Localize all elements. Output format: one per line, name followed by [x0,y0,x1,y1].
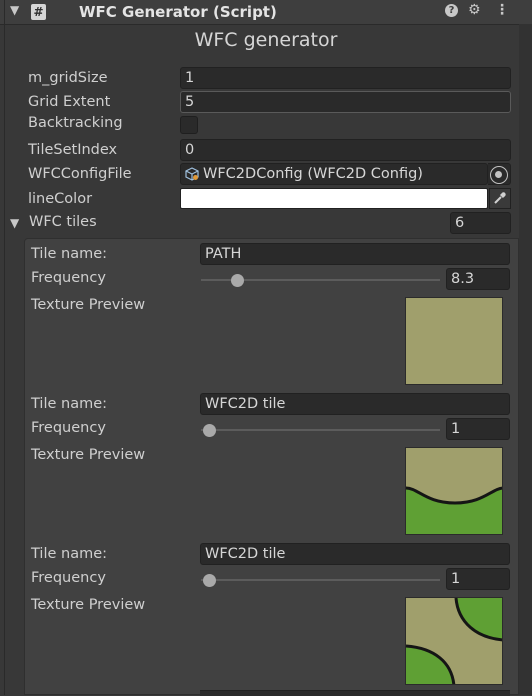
config-file-label: WFCConfigFile [28,166,132,182]
object-picker-button[interactable] [488,163,511,185]
frequency-value-field[interactable]: 1 [446,568,510,590]
inspector-scroll-gutter[interactable] [519,24,532,695]
tiles-count-field[interactable]: 6 [450,212,511,234]
grid-size-label: m_gridSize [28,70,108,86]
tile-name-field[interactable]: WFC2D tile [200,543,510,565]
grid-extent-field[interactable]: 5 [180,91,511,113]
frequency-label: Frequency [31,570,106,586]
frequency-slider-handle[interactable] [203,424,216,437]
texture-preview-label: Texture Preview [31,447,146,463]
config-file-field[interactable]: WFC2DConfig (WFC2D Config) [180,163,488,185]
grid-size-field[interactable]: 1 [180,67,511,89]
tile-name-label: Tile name: [31,396,108,412]
inspector-heading: WFC generator [194,29,338,51]
component-collapse-icon[interactable]: ▼ [10,3,19,17]
frequency-slider-handle[interactable] [203,574,216,587]
texture-preview-image [405,597,503,685]
tiles-label[interactable]: WFC tiles [29,214,97,230]
grid-extent-label: Grid Extent [28,94,111,110]
frequency-slider-handle[interactable] [230,274,244,287]
tile-name-label: Tile name: [31,246,108,262]
texture-preview-image [405,297,503,385]
tile-name-field[interactable]: WFC2D tile [200,393,510,415]
help-icon[interactable]: ? [445,4,458,17]
color-picker-button[interactable] [489,188,511,209]
tiles-foldout-icon[interactable]: ▼ [10,216,19,230]
tile-name-label: Tile name: [31,546,108,562]
object-picker-icon [490,166,508,184]
texture-preview-label: Texture Preview [31,297,146,313]
context-menu-icon[interactable]: ⋮ [495,2,509,18]
tile-set-index-label: TileSetIndex [28,142,118,158]
tile-name-field[interactable]: PATH [200,243,510,265]
line-color-label: lineColor [28,191,93,207]
frequency-value-field[interactable]: 8.3 [446,268,510,290]
frequency-label: Frequency [31,270,106,286]
frequency-label: Frequency [31,420,106,436]
backtracking-label: Backtracking [28,115,123,131]
script-file-icon: # [31,4,46,20]
texture-preview-label: Texture Preview [31,597,146,613]
eyedropper-icon [494,192,506,204]
frequency-slider-track[interactable] [201,429,440,431]
line-color-swatch[interactable] [180,188,488,209]
scriptable-object-icon [185,167,199,181]
backtracking-checkbox[interactable] [180,116,198,134]
preset-settings-icon[interactable]: ⚙ [468,2,481,18]
inspector-left-border [4,0,5,695]
tile-set-index-field[interactable]: 0 [180,139,511,161]
tile-name-field[interactable] [200,690,510,696]
frequency-slider-track[interactable] [201,579,440,581]
component-title: WFC Generator (Script) [79,3,277,21]
frequency-value-field[interactable]: 1 [446,418,510,440]
texture-preview-image [405,447,503,535]
